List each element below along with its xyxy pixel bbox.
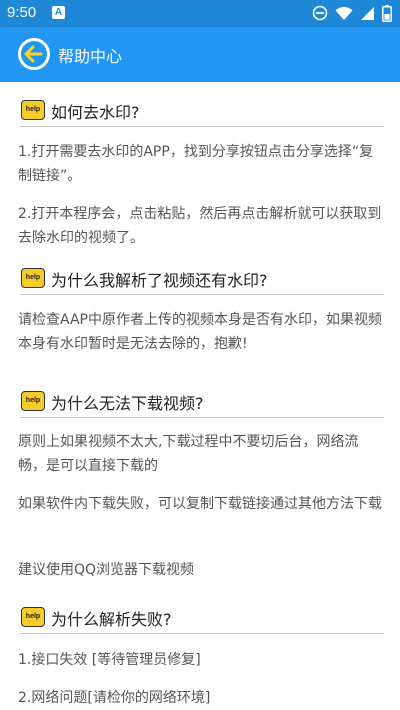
answer-text: 1.打开需要去水印的APP，找到分享按钮点击分享选择“复制链接”。 [18,144,374,184]
notification-app-icon: A [52,6,65,19]
question-header: help 为什么我解析了视频还有水印? [20,265,384,295]
help-icon: help [21,391,45,411]
back-button[interactable] [18,38,50,70]
answer-text: 1.接口失效 [等待管理员修复] [18,652,201,668]
answer-text: 2.网络问题[请检你的网络环境] [18,690,211,706]
question-title: 如何去水印? [51,103,140,122]
back-arrow-icon [24,45,43,63]
help-content[interactable]: help 如何去水印? 1.打开需要去水印的APP，找到分享按钮点击分享选择“复… [0,82,400,710]
help-icon: help [21,607,45,627]
question-header: help 为什么解析失败? [20,604,384,634]
answer-text: 如果软件内下载失败，可以复制下载链接通过其他方法下载 [18,496,382,512]
question-header: help 为什么无法下载视频? [20,388,384,418]
status-icons [312,4,392,22]
wifi-icon [335,6,353,20]
question-title: 为什么我解析了视频还有水印? [51,271,268,290]
question-title: 为什么解析失败? [51,610,172,629]
app-bar: 帮助中心 [0,27,400,82]
battery-icon [382,4,392,22]
answer-text: 建议使用QQ浏览器下载视频 [18,562,195,578]
answer-text: 请检查AAP中原作者上传的视频本身是否有水印，如果视频本身有水印暂时是无法去除的… [18,312,382,352]
answer-text: 2.打开本程序会，点击粘贴，然后再点击解析就可以获取到去除水印的视频了。 [18,206,382,246]
help-icon: help [21,100,45,120]
question-header: help 如何去水印? [20,97,384,127]
answer-text: 原则上如果视频不太大,下载过程中不要切后台，网络流畅，是可以直接下载的 [18,434,359,474]
question-title: 为什么无法下载视频? [51,394,204,413]
help-icon: help [21,268,45,288]
status-bar: 9:50 A [0,0,400,27]
page-title: 帮助中心 [58,47,123,66]
cellular-signal-icon [361,7,374,20]
status-time: 9:50 [7,4,37,21]
do-not-disturb-icon [312,5,328,21]
